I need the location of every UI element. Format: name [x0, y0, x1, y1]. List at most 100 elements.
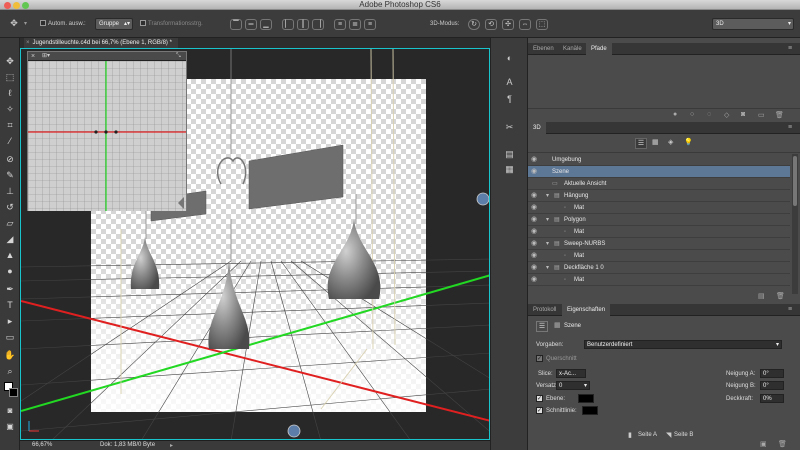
zoom-level[interactable]: 66,67% [32, 442, 52, 448]
filter-materials-icon[interactable]: ◈ [668, 138, 673, 146]
eye-icon[interactable]: ◉ [531, 190, 541, 202]
disclosure-triangle-icon[interactable]: ▾ [546, 262, 549, 274]
delete-path-icon[interactable]: 🗑 [775, 111, 784, 119]
make-path-icon[interactable]: ◇ [724, 111, 729, 119]
panel-menu-icon[interactable]: ≡ [788, 43, 792, 55]
magic-wand-tool-icon[interactable]: ✧ [3, 102, 17, 116]
plane-color-swatch[interactable] [578, 394, 594, 403]
offset-input[interactable]: 0 ▾ [556, 381, 590, 390]
move-tool-icon[interactable]: ✥ [3, 54, 17, 68]
fill-path-icon[interactable]: ● [673, 111, 677, 118]
marquee-tool-icon[interactable]: ⬚ [3, 70, 17, 84]
drag-3d-icon[interactable]: ✣ [502, 19, 514, 30]
distribute-top-icon[interactable]: ≡ [334, 19, 346, 30]
align-top-icon[interactable]: ▔ [230, 19, 242, 30]
align-vcenter-icon[interactable]: ═ [245, 19, 257, 30]
view-options-icon[interactable]: ⊞▾ [42, 52, 50, 61]
intersection-color-swatch[interactable] [582, 406, 598, 415]
history-icon[interactable]: ▦ [503, 163, 516, 176]
load-selection-icon[interactable]: ◌ [707, 111, 711, 118]
tilt-a-input[interactable]: 0° [760, 369, 784, 378]
tab-3d[interactable]: 3D [528, 122, 546, 134]
tree-scrollbar-thumb[interactable] [793, 156, 797, 206]
scale-3d-icon[interactable]: ⬚ [536, 19, 548, 30]
screen-mode-icon[interactable]: ▣ [3, 420, 17, 434]
swap-view-icon[interactable]: ⤡ [176, 52, 181, 61]
tree-item-scene[interactable]: ◉ Szene [528, 166, 790, 178]
eyedropper-tool-icon[interactable]: ⁄ [3, 134, 17, 148]
tab-history[interactable]: Protokoll [528, 304, 561, 316]
pen-tool-icon[interactable]: ✒ [3, 282, 17, 296]
mesh-props-icon[interactable]: ▦ [554, 321, 561, 329]
type-tool-icon[interactable]: T [3, 298, 17, 312]
lasso-tool-icon[interactable]: ℓ [3, 86, 17, 100]
plane-checkbox[interactable]: ✓ [536, 395, 543, 402]
tree-item-sweep-nurbs[interactable]: ◉ ▾ ▤ Sweep-NURBS [528, 238, 790, 250]
close-view-icon[interactable]: × [31, 52, 35, 61]
zoom-tool-icon[interactable]: ⌕ [3, 364, 17, 378]
tree-item-current-view[interactable]: ▭ Aktuelle Ansicht [528, 178, 790, 190]
align-right-icon[interactable]: ▕ [312, 19, 324, 30]
distribute-bottom-icon[interactable]: ≡ [364, 19, 376, 30]
tree-item-material[interactable]: ◉ ◦ Mat [528, 202, 790, 214]
properties-render-icon[interactable]: ▣ [760, 440, 767, 448]
align-left-icon[interactable]: ▏ [282, 19, 294, 30]
healing-brush-tool-icon[interactable]: ⊘ [3, 152, 17, 166]
tree-item-environment[interactable]: ◉ Umgebung [528, 154, 790, 166]
eye-icon[interactable]: ◉ [531, 250, 541, 262]
tree-scrollbar[interactable] [792, 154, 798, 294]
paragraph-icon[interactable]: ¶ [503, 93, 516, 106]
eye-icon[interactable]: ◉ [531, 202, 541, 214]
distribute-vcenter-icon[interactable]: ≣ [349, 19, 361, 30]
hand-tool-icon[interactable]: ✋ [3, 348, 17, 362]
auto-select-checkbox[interactable]: Autom. ausw.: [40, 19, 86, 30]
intersection-checkbox[interactable]: ✓ [536, 407, 543, 414]
tree-item-material[interactable]: ◉ ◦ Mat [528, 250, 790, 262]
eye-icon[interactable]: ◉ [531, 214, 541, 226]
secondary-view-panel[interactable]: × ⊞▾ ⤡ [27, 51, 187, 211]
tree-item-haengung[interactable]: ◉ ▾ ▤ Hängung [528, 190, 790, 202]
transform-controls-checkbox[interactable]: Transformationsstrg. [140, 19, 203, 30]
navigator-icon[interactable]: ◐ [503, 52, 516, 65]
tab-layers[interactable]: Ebenen [528, 43, 559, 55]
tree-item-deckflaeche[interactable]: ◉ ▾ ▤ Deckfläche 1 0 [528, 262, 790, 274]
disclosure-triangle-icon[interactable]: ▾ [546, 214, 549, 226]
stroke-path-icon[interactable]: ○ [690, 111, 694, 118]
cross-section-checkbox[interactable]: ✓ [536, 355, 543, 362]
panel-3d-menu-icon[interactable]: ≡ [788, 122, 792, 134]
delete-object-icon[interactable]: 🗑 [776, 292, 785, 300]
camera-widget-bottom-icon[interactable] [287, 424, 301, 438]
blur-tool-icon[interactable]: ▲ [3, 248, 17, 262]
canvas-area[interactable]: × ⊞▾ ⤡ [20, 48, 490, 440]
tab-channels[interactable]: Kanäle [558, 43, 587, 55]
side-a-button[interactable]: Seite A [638, 432, 657, 438]
side-b-button[interactable]: Seite B [674, 432, 693, 438]
close-tab-icon[interactable]: × [26, 40, 30, 46]
auto-select-dropdown[interactable]: Gruppe ▴▾ [95, 18, 133, 30]
rotate-3d-icon[interactable]: ↻ [468, 19, 480, 30]
properties-delete-icon[interactable]: 🗑 [778, 440, 787, 448]
paths-list[interactable] [528, 56, 800, 108]
background-color-swatch[interactable] [9, 388, 18, 397]
tab-properties[interactable]: Eigenschaften [562, 304, 611, 316]
crop-tool-icon[interactable]: ⌗ [3, 118, 17, 132]
path-selection-tool-icon[interactable]: ▸ [3, 314, 17, 328]
filter-whole-scene-icon[interactable]: ☰ [635, 138, 647, 149]
roll-3d-icon[interactable]: ⟲ [485, 19, 497, 30]
dodge-tool-icon[interactable]: ● [3, 264, 17, 278]
document-info[interactable]: Dok: 1,83 MB/0 Byte [100, 442, 155, 448]
new-path-icon[interactable]: ▭ [758, 111, 765, 119]
paint-bucket-tool-icon[interactable]: ◢ [3, 232, 17, 246]
document-tab[interactable]: × Jugendstilleuchte.c4d bei 66,7% (Ebene … [24, 38, 178, 48]
layer-comps-icon[interactable]: ▤ [503, 148, 516, 161]
align-bottom-icon[interactable]: ▁ [260, 19, 272, 30]
tilt-b-input[interactable]: 0° [760, 381, 784, 390]
disclosure-triangle-icon[interactable]: ▾ [546, 190, 549, 202]
history-brush-tool-icon[interactable]: ↺ [3, 200, 17, 214]
eye-icon[interactable]: ◉ [531, 154, 541, 166]
brush-tool-icon[interactable]: ✎ [3, 168, 17, 182]
add-mask-icon[interactable]: ◙ [741, 111, 745, 118]
eraser-tool-icon[interactable]: ▱ [3, 216, 17, 230]
slice-dropdown[interactable]: x-Ac... [556, 369, 586, 378]
character-icon[interactable]: A [503, 76, 516, 89]
